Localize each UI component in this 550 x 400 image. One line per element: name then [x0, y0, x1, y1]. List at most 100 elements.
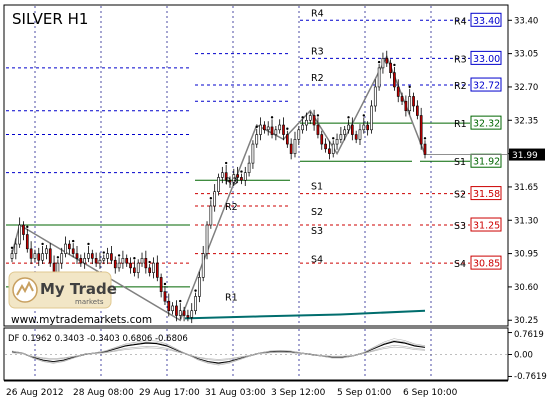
- y-tick-label: 31.65: [514, 183, 538, 193]
- y-tick-label: 32.70: [514, 83, 538, 93]
- candle-body: [45, 248, 48, 254]
- brand-url: www.mytrademarkets.com: [11, 314, 152, 326]
- y-tick-label: 33.40: [514, 16, 538, 26]
- right-level-price: 32.72: [473, 81, 500, 92]
- candle-body: [48, 248, 52, 264]
- candle: [205, 221, 209, 260]
- candle-body: [339, 134, 343, 140]
- candle-body: [419, 115, 423, 145]
- x-tick-label: 28 Aug 08:00: [73, 388, 134, 398]
- candle-body: [186, 315, 190, 318]
- candle-body: [171, 305, 174, 312]
- x-tick-label: 26 Aug 2012: [6, 388, 64, 398]
- fractal-dot: [423, 137, 427, 140]
- fractal-dot: [102, 251, 105, 254]
- candle-body: [328, 148, 331, 154]
- candle-body: [10, 253, 14, 259]
- right-level-price: 33.00: [473, 54, 500, 65]
- candle-body: [198, 277, 201, 297]
- brand-sub: markets: [75, 298, 104, 306]
- fractal-dot: [377, 60, 381, 64]
- candle-body: [381, 58, 385, 69]
- mid-level-name: S1: [311, 181, 323, 192]
- candle-body: [129, 262, 132, 269]
- candle-body: [79, 258, 83, 264]
- candle-body: [251, 143, 255, 164]
- fractal-dot: [163, 282, 167, 286]
- candle-body: [110, 253, 113, 261]
- right-level-name: R2: [454, 81, 467, 92]
- candle-body: [22, 224, 25, 235]
- y-tick-label: 32.35: [514, 116, 538, 126]
- fractal-dot: [301, 116, 304, 119]
- right-level-price: 30.85: [473, 259, 500, 270]
- right-level-name: S1: [454, 157, 466, 168]
- candle-body: [18, 224, 21, 245]
- fractal-dot: [408, 85, 411, 89]
- fractal-dot: [10, 246, 14, 249]
- candle-body: [358, 129, 362, 140]
- candle-body: [362, 124, 366, 131]
- candle-body: [370, 105, 373, 131]
- candle-body: [201, 253, 205, 278]
- chart-title: SILVER H1: [12, 10, 88, 28]
- candle-body: [373, 86, 377, 107]
- candle-body: [33, 253, 37, 259]
- candle-body: [270, 126, 274, 135]
- candle-body: [182, 310, 186, 316]
- candle-body: [29, 248, 33, 259]
- candle-body: [148, 267, 152, 273]
- candle-body: [324, 143, 327, 150]
- candle-body: [98, 259, 102, 264]
- fractal-dot: [194, 289, 197, 292]
- candle-body: [259, 124, 262, 135]
- fractal-dot: [224, 161, 228, 165]
- fractal-dot: [332, 137, 335, 140]
- candle-body: [37, 253, 41, 261]
- fractal-dot: [148, 260, 151, 264]
- right-level-name: R1: [454, 119, 467, 130]
- candle-body: [87, 253, 90, 259]
- brand-logo: My Trade markets: [8, 271, 117, 309]
- indicator-tick-label: 0.00: [514, 351, 533, 361]
- candle-body: [56, 262, 60, 273]
- fractal-dot: [133, 257, 136, 260]
- candle-body: [282, 124, 285, 135]
- fractal-dot: [316, 114, 320, 117]
- candle-body: [396, 86, 400, 97]
- x-tick-label: 3 Sep 12:00: [271, 388, 326, 398]
- x-tick-label: 6 Sep 10:00: [403, 388, 458, 398]
- candle-body: [155, 262, 159, 278]
- left-level-name: R2: [225, 202, 238, 213]
- price-axis: 33.4033.0532.7032.3532.0031.6531.3030.95…: [508, 16, 538, 326]
- candle-body: [217, 177, 220, 192]
- candle-body: [263, 124, 266, 131]
- candle-body: [351, 124, 354, 135]
- candle-body: [285, 134, 289, 145]
- candle-body: [347, 124, 350, 131]
- chart-canvas: R4 33.40 R3 33.00 R2 32.72 R1 32.32 S1 31.92 S2 31.…: [3, 4, 547, 398]
- candle-body: [400, 96, 404, 102]
- candle-body: [301, 124, 304, 131]
- candle-body: [366, 124, 369, 131]
- candle-body: [167, 300, 171, 312]
- right-level-price: 31.25: [473, 221, 500, 232]
- mid-level-name: S3: [311, 226, 323, 237]
- indicator-tick-label: 0.7619: [514, 330, 544, 340]
- fractal-dot: [286, 127, 289, 130]
- candle-body: [274, 129, 278, 135]
- y-tick-label: 30.60: [514, 283, 538, 293]
- fractal-dot: [117, 254, 121, 257]
- candle-body: [194, 296, 197, 312]
- candle-body: [113, 259, 117, 269]
- current-price-label: 31.99: [512, 151, 538, 161]
- candle-body: [68, 243, 71, 250]
- candle-body: [293, 139, 297, 154]
- candle-body: [416, 105, 419, 116]
- candle-body: [389, 62, 392, 73]
- mid-level-name: S4: [311, 255, 323, 266]
- candle-body: [385, 58, 389, 64]
- fractal-dot: [56, 256, 60, 259]
- fractal-dot: [87, 242, 90, 246]
- fractal-dot: [270, 116, 274, 119]
